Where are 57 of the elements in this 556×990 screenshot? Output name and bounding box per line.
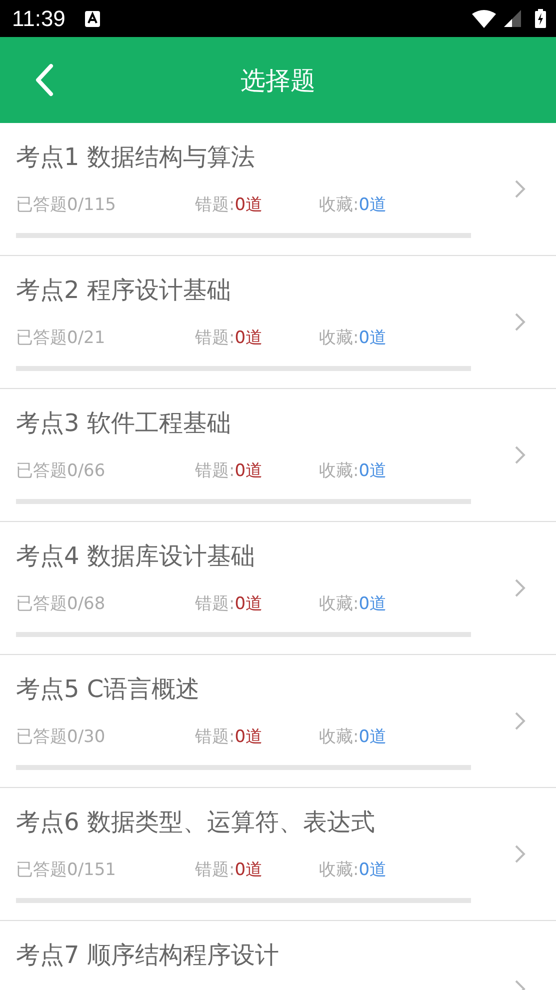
answered-count: 已答题0/115 — [16, 194, 116, 217]
topic-row[interactable]: 考点4 数据库设计基础 已答题0/68 错题:0道 收藏:0道 — [0, 522, 556, 655]
favorite-label: 收藏: — [319, 327, 359, 350]
favorite-count: 0道 — [358, 194, 387, 217]
topic-title: 考点5 C语言概述 — [16, 674, 201, 705]
page-title: 选择题 — [240, 64, 316, 96]
topic-title: 考点6 数据类型、运算符、表达式 — [16, 807, 376, 838]
answered-count: 已答题0/68 — [16, 593, 106, 616]
favorite-label: 收藏: — [319, 194, 359, 217]
status-time: 11:39 — [12, 6, 66, 32]
topic-row[interactable]: 考点1 数据结构与算法 已答题0/115 错题:0道 收藏:0道 — [0, 123, 556, 256]
wrong-count: 0道 — [234, 327, 263, 350]
chevron-right-icon — [514, 445, 526, 465]
answered-count: 已答题0/21 — [16, 327, 106, 350]
topic-title: 考点3 软件工程基础 — [16, 408, 232, 439]
answered-count: 已答题0/30 — [16, 726, 106, 749]
topic-row[interactable]: 考点7 顺序结构程序设计 — [0, 921, 556, 990]
wrong-label: 错题: — [195, 194, 235, 217]
topic-row[interactable]: 考点6 数据类型、运算符、表达式 已答题0/151 错题:0道 收藏:0道 — [0, 788, 556, 921]
chevron-right-icon — [514, 711, 526, 731]
favorite-label: 收藏: — [319, 726, 359, 749]
wrong-label: 错题: — [195, 726, 235, 749]
wrong-label: 错题: — [195, 593, 235, 616]
chevron-right-icon — [514, 179, 526, 199]
topic-title: 考点7 顺序结构程序设计 — [16, 940, 280, 971]
wrong-count: 0道 — [234, 460, 263, 483]
favorite-count: 0道 — [358, 593, 387, 616]
battery-charging-icon — [535, 9, 546, 28]
wrong-count: 0道 — [234, 726, 263, 749]
wifi-icon — [472, 10, 496, 28]
wrong-label: 错题: — [195, 859, 235, 882]
wrong-count: 0道 — [234, 194, 263, 217]
chevron-right-icon — [514, 312, 526, 332]
topic-title: 考点1 数据结构与算法 — [16, 142, 256, 173]
chevron-right-icon — [514, 578, 526, 598]
topic-row[interactable]: 考点2 程序设计基础 已答题0/21 错题:0道 收藏:0道 — [0, 256, 556, 389]
chevron-right-icon — [514, 844, 526, 864]
topic-row[interactable]: 考点5 C语言概述 已答题0/30 错题:0道 收藏:0道 — [0, 655, 556, 788]
favorite-label: 收藏: — [319, 859, 359, 882]
favorite-label: 收藏: — [319, 460, 359, 483]
favorite-count: 0道 — [358, 726, 387, 749]
answered-count: 已答题0/66 — [16, 460, 106, 483]
topic-row[interactable]: 考点3 软件工程基础 已答题0/66 错题:0道 收藏:0道 — [0, 389, 556, 522]
answered-count: 已答题0/151 — [16, 859, 116, 882]
wrong-label: 错题: — [195, 327, 235, 350]
favorite-label: 收藏: — [319, 593, 359, 616]
signal-icon — [504, 10, 521, 27]
wrong-count: 0道 — [234, 859, 263, 882]
topic-title: 考点2 程序设计基础 — [16, 275, 232, 306]
favorite-count: 0道 — [358, 327, 387, 350]
wrong-label: 错题: — [195, 460, 235, 483]
keyboard-notification-icon — [85, 10, 100, 26]
wrong-count: 0道 — [234, 593, 263, 616]
topic-title: 考点4 数据库设计基础 — [16, 541, 256, 572]
favorite-count: 0道 — [358, 859, 387, 882]
back-icon[interactable] — [34, 63, 54, 97]
favorite-count: 0道 — [358, 460, 387, 483]
